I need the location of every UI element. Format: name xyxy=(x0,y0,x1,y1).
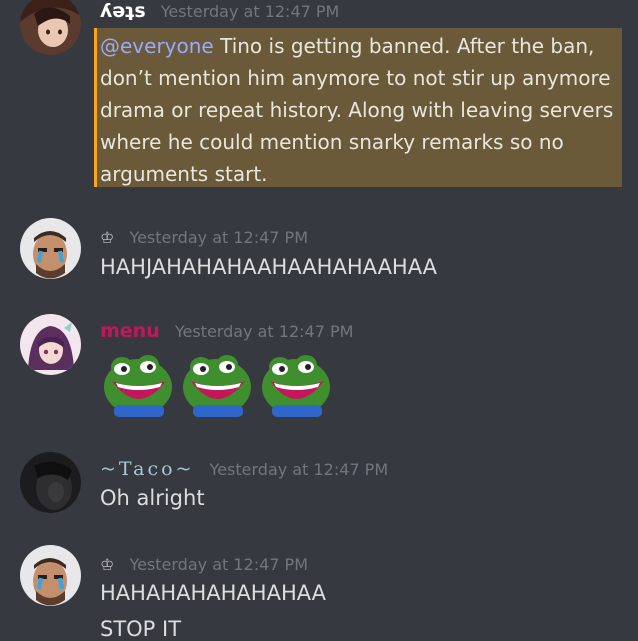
message-text: Oh alright xyxy=(100,486,205,510)
avatar[interactable] xyxy=(20,218,81,279)
timestamp: Yesterday at 12:47 PM xyxy=(209,460,389,479)
message-text: HAHJAHAHAHAAHAAHAHAAHAA xyxy=(100,255,438,279)
message-1: ʎǝʇs Yesterday at 12:47 PM @everyone Tin… xyxy=(0,0,638,195)
message-header: ♔ Yesterday at 12:47 PM xyxy=(100,555,308,574)
avatar[interactable] xyxy=(20,314,81,375)
username[interactable]: ~Taco~ xyxy=(100,458,194,480)
timestamp: Yesterday at 12:47 PM xyxy=(160,2,340,21)
mention-everyone[interactable]: @everyone xyxy=(100,34,214,58)
message-5: ♔ Yesterday at 12:47 PM HAHAHAHAHAHAHAA … xyxy=(0,545,638,641)
pepe-laugh-emote[interactable] xyxy=(102,347,174,419)
message-4: ~Taco~ Yesterday at 12:47 PM Oh alright xyxy=(0,450,638,530)
timestamp: Yesterday at 12:47 PM xyxy=(129,555,309,574)
timestamp: Yesterday at 12:47 PM xyxy=(129,228,309,247)
timestamp: Yesterday at 12:47 PM xyxy=(174,322,354,341)
crown-icon: ♔ xyxy=(100,555,115,574)
message-header: ~Taco~ Yesterday at 12:47 PM xyxy=(100,458,388,480)
message-text: STOP IT xyxy=(100,617,182,641)
username[interactable]: menu xyxy=(100,320,160,342)
username[interactable]: ʎǝʇs xyxy=(100,0,146,22)
avatar[interactable] xyxy=(20,452,81,513)
crown-icon: ♔ xyxy=(100,228,115,247)
message-header: ♔ Yesterday at 12:47 PM xyxy=(100,228,308,247)
avatar[interactable] xyxy=(20,545,81,606)
message-header: menu Yesterday at 12:47 PM xyxy=(100,320,353,342)
pepe-laugh-emote[interactable] xyxy=(260,347,332,419)
pepe-laugh-emote[interactable] xyxy=(181,347,253,419)
message-text: HAHAHAHAHAHAHAA xyxy=(100,581,327,605)
message-text: @everyone Tino is getting banned. After … xyxy=(100,30,620,190)
message-2: ♔ Yesterday at 12:47 PM HAHJAHAHAHAAHAAH… xyxy=(0,218,638,288)
avatar[interactable] xyxy=(20,0,81,55)
message-header: ʎǝʇs Yesterday at 12:47 PM xyxy=(100,0,339,22)
